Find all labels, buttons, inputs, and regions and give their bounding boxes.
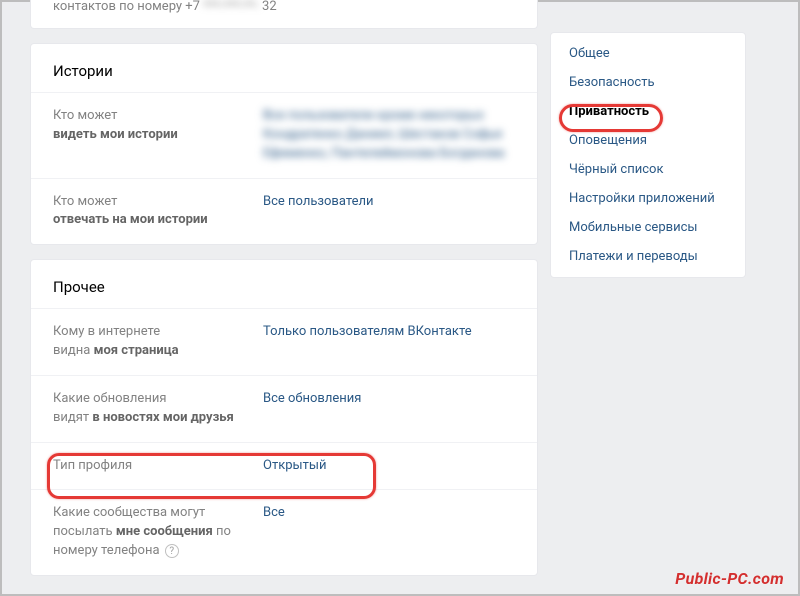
contacts-truncated-text: контактов по номеру +7 ***-***-**- 32: [31, 0, 537, 24]
sidebar-item-payments[interactable]: Платежи и переводы: [551, 242, 745, 271]
label-page-visibility: Кому в интернете видна моя страница: [53, 323, 263, 361]
row-reply-stories: Кто может отвечать на мои истории Все по…: [31, 178, 537, 245]
value-see-stories[interactable]: Все пользователи кроме некоторых Кондрат…: [263, 107, 515, 164]
value-profile-type[interactable]: Открытый: [263, 457, 515, 476]
row-news-updates: Какие обновления видят в новостях мои др…: [31, 375, 537, 442]
sidebar-item-security[interactable]: Безопасность: [551, 68, 745, 97]
help-icon[interactable]: ?: [165, 544, 179, 558]
label-see-stories: Кто может видеть мои истории: [53, 107, 263, 145]
sidebar-item-privacy[interactable]: Приватность: [551, 97, 745, 126]
sidebar-column: Общее Безопасность Приватность Оповещени…: [550, 2, 746, 594]
value-community-messages[interactable]: Все: [263, 504, 515, 523]
panel-stories: Истории Кто может видеть мои истории Все…: [30, 43, 538, 245]
label-community-messages: Какие сообщества могут посылать мне сооб…: [53, 504, 263, 561]
watermark: Public-PC.com: [675, 569, 784, 588]
value-page-visibility[interactable]: Только пользователям ВКонтакте: [263, 323, 515, 342]
sidebar-item-notifications[interactable]: Оповещения: [551, 126, 745, 155]
panel-other: Прочее Кому в интернете видна моя страни…: [30, 259, 538, 576]
panel-contacts-cutoff: контактов по номеру +7 ***-***-**- 32: [30, 0, 538, 29]
label-news-updates: Какие обновления видят в новостях мои др…: [53, 390, 263, 428]
label-reply-stories: Кто может отвечать на мои истории: [53, 193, 263, 231]
row-profile-type: Тип профиля Открытый: [31, 442, 537, 490]
row-see-stories: Кто может видеть мои истории Все пользов…: [31, 92, 537, 178]
sidebar-item-blacklist[interactable]: Чёрный список: [551, 155, 745, 184]
value-news-updates[interactable]: Все обновления: [263, 390, 515, 409]
value-reply-stories[interactable]: Все пользователи: [263, 193, 515, 212]
label-profile-type: Тип профиля: [53, 457, 263, 476]
sidebar-item-app-settings[interactable]: Настройки приложений: [551, 184, 745, 213]
section-title-stories: Истории: [31, 44, 537, 92]
main-column: контактов по номеру +7 ***-***-**- 32 Ис…: [30, 2, 538, 594]
section-title-other: Прочее: [31, 260, 537, 308]
sidebar-item-mobile[interactable]: Мобильные сервисы: [551, 213, 745, 242]
sidebar-item-general[interactable]: Общее: [551, 39, 745, 68]
row-community-messages: Какие сообщества могут посылать мне сооб…: [31, 489, 537, 575]
row-page-visibility: Кому в интернете видна моя страница Толь…: [31, 308, 537, 375]
settings-sidebar: Общее Безопасность Приватность Оповещени…: [550, 32, 746, 278]
